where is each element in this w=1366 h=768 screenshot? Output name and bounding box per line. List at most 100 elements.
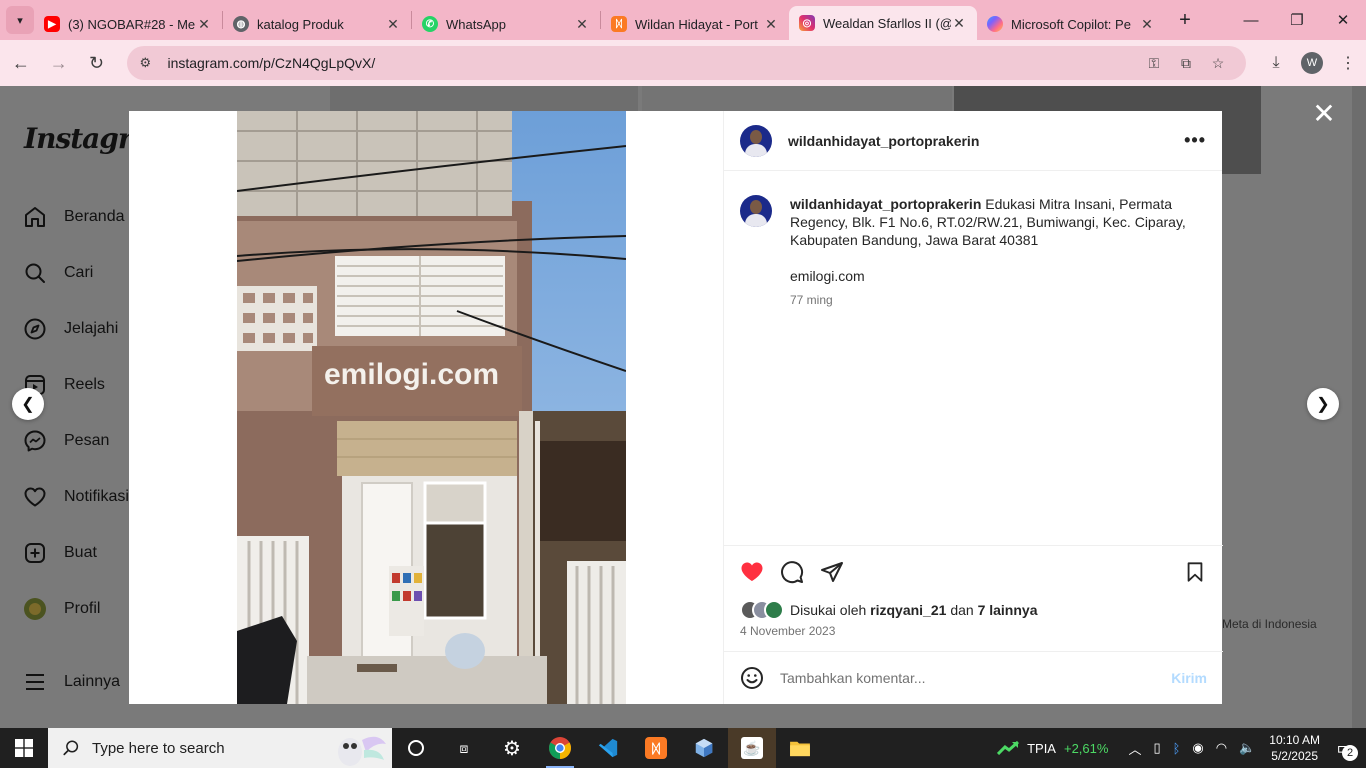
stock-widget[interactable]: TPIA +2,61% xyxy=(997,741,1108,756)
reload-button[interactable]: ↻ xyxy=(80,46,114,80)
author-username[interactable]: wildanhidayat_portoprakerin xyxy=(788,133,979,149)
wifi-icon[interactable]: ◠ xyxy=(1216,740,1227,756)
browser-tab[interactable]: ᛞ Wildan Hidayat - Port ✕ xyxy=(601,8,789,40)
heart-icon xyxy=(22,484,48,510)
browser-tab[interactable]: ▶ (3) NGOBAR#28 - Me ✕ xyxy=(34,8,222,40)
password-key-icon[interactable]: ⚿ xyxy=(1138,55,1170,72)
sidebar-item-messages[interactable]: Pesan xyxy=(22,428,109,454)
bookmark-star-icon[interactable]: ☆ xyxy=(1202,55,1234,72)
browser-tab[interactable]: Microsoft Copilot: Pe ✕ xyxy=(977,8,1165,40)
system-tray: TPIA +2,61% ︿ ▯ ᛒ ◉ ◠ 🔈 10:10 AM 5/2/202… xyxy=(997,728,1366,768)
share-button[interactable] xyxy=(820,560,844,584)
tab-close-icon[interactable]: ✕ xyxy=(196,16,212,33)
profile-avatar[interactable]: W xyxy=(1301,52,1323,74)
sidebar-item-explore[interactable]: Jelajahi xyxy=(22,316,118,342)
post-actions-area: Disukai oleh rizqyani_21 dan 7 lainnya 4… xyxy=(724,545,1223,638)
tab-close-icon[interactable]: ✕ xyxy=(1139,16,1155,33)
like-button[interactable] xyxy=(740,560,764,584)
restore-button[interactable]: ❐ xyxy=(1274,0,1320,40)
url-text[interactable]: instagram.com/p/CzN4QgLpQvX/ xyxy=(167,55,1138,71)
start-button[interactable] xyxy=(0,728,48,768)
sidebar-item-search[interactable]: Cari xyxy=(22,260,93,286)
caption-avatar[interactable] xyxy=(740,195,772,227)
stock-symbol: TPIA xyxy=(1027,740,1056,756)
post-sidebar: wildanhidayat_portoprakerin ••• wildanhi… xyxy=(723,111,1223,704)
chrome-app[interactable] xyxy=(536,728,584,768)
task-view-button[interactable] xyxy=(392,728,440,768)
author-avatar[interactable] xyxy=(740,124,772,157)
file-explorer-app[interactable] xyxy=(776,728,824,768)
comment-button[interactable] xyxy=(780,560,804,584)
post-date[interactable]: 4 November 2023 xyxy=(724,624,1223,638)
sidebar-item-label: Jelajahi xyxy=(64,320,119,337)
browser-tab[interactable]: ✆ WhatsApp ✕ xyxy=(412,8,600,40)
post-dialog: emilogi.com wildanhidayat_portoprakerin … xyxy=(129,111,1223,704)
previous-post-button[interactable]: ❮ xyxy=(12,388,44,420)
install-app-icon[interactable]: ⧉ xyxy=(1170,55,1202,72)
browser-tab[interactable]: ◍ katalog Produk ✕ xyxy=(223,8,411,40)
post-comment-button[interactable]: Kirim xyxy=(1171,670,1207,686)
virtualbox-app[interactable] xyxy=(680,728,728,768)
taskbar-clock[interactable]: 10:10 AM 5/2/2025 xyxy=(1269,732,1320,764)
footer-meta-link[interactable]: Meta di Indonesia xyxy=(1222,617,1317,631)
back-button[interactable]: ← xyxy=(4,46,38,80)
browser-tab-active[interactable]: ◎ Wealdan Sfarllos II (@ ✕ xyxy=(789,6,977,40)
tab-close-icon[interactable]: ✕ xyxy=(574,16,590,33)
task-view-button[interactable]: ⧈ xyxy=(440,728,488,768)
webcam-icon[interactable]: ◉ xyxy=(1192,740,1203,756)
sidebar-item-label: Reels xyxy=(64,376,105,393)
new-tab-button[interactable]: + xyxy=(1171,6,1199,34)
caption-age[interactable]: 77 ming xyxy=(790,291,1200,309)
liker-avatar[interactable] xyxy=(764,600,784,620)
more-options-icon[interactable]: ••• xyxy=(1184,130,1206,151)
bluetooth-icon[interactable]: ᛒ xyxy=(1173,741,1181,756)
notification-center-button[interactable]: ▭ 2 xyxy=(1330,733,1360,763)
browser-tab-bar: ▾ ▶ (3) NGOBAR#28 - Me ✕ ◍ katalog Produ… xyxy=(0,0,1366,40)
sidebar-item-home[interactable]: Beranda xyxy=(22,204,125,230)
tab-title: (3) NGOBAR#28 - Me xyxy=(68,16,196,32)
java-icon: ☕ xyxy=(741,737,763,759)
likes-others[interactable]: 7 lainnya xyxy=(978,602,1038,618)
sidebar-item-create[interactable]: Buat xyxy=(22,540,97,566)
sidebar-item-label: Notifikasi xyxy=(64,488,129,505)
xampp-icon: ᛞ xyxy=(611,16,627,32)
post-photo[interactable]: emilogi.com xyxy=(237,111,626,704)
settings-app[interactable]: ⚙ xyxy=(488,728,536,768)
likes-user[interactable]: rizqyani_21 xyxy=(870,602,946,618)
sidebar-item-more[interactable]: Lainnya xyxy=(22,669,120,695)
sidebar-item-label: Buat xyxy=(64,544,97,561)
volume-icon[interactable]: 🔈 xyxy=(1239,740,1255,756)
save-button[interactable] xyxy=(1183,560,1207,584)
kebab-menu-icon[interactable]: ⋮ xyxy=(1330,53,1366,73)
usb-drive-icon[interactable]: ▯ xyxy=(1153,740,1160,756)
java-app[interactable]: ☕ xyxy=(728,728,776,768)
sidebar-item-notifications[interactable]: Notifikasi xyxy=(22,484,129,510)
forward-button[interactable]: → xyxy=(42,46,76,80)
tab-search-button[interactable]: ▾ xyxy=(6,6,34,34)
emoji-icon[interactable] xyxy=(740,666,764,690)
tab-close-icon[interactable]: ✕ xyxy=(951,15,967,32)
caption-link[interactable]: emilogi.com xyxy=(790,267,1200,285)
comment-input[interactable] xyxy=(780,670,1172,686)
close-icon: ✕ xyxy=(1336,12,1350,29)
minimize-button[interactable]: — xyxy=(1228,0,1274,40)
next-post-button[interactable]: ❯ xyxy=(1307,388,1339,420)
tab-close-icon[interactable]: ✕ xyxy=(763,16,779,33)
sidebar-item-profile[interactable]: Profil xyxy=(22,596,100,622)
tab-close-icon[interactable]: ✕ xyxy=(385,16,401,33)
chevron-up-icon[interactable]: ︿ xyxy=(1128,739,1141,758)
address-bar[interactable]: ⚙ instagram.com/p/CzN4QgLpQvX/ ⚿ ⧉ ☆ xyxy=(127,46,1246,80)
taskbar-search[interactable]: Type here to search xyxy=(48,728,392,768)
caption-username[interactable]: wildanhidayat_portoprakerin xyxy=(790,196,981,212)
site-info-icon[interactable]: ⚙ xyxy=(139,55,159,71)
profile-avatar-icon xyxy=(22,596,48,622)
close-post-button[interactable]: ✕ xyxy=(1310,100,1338,128)
sidebar-item-label: Beranda xyxy=(64,208,125,225)
comment-icon xyxy=(781,561,804,584)
xampp-app[interactable]: ᛞ xyxy=(632,728,680,768)
close-window-button[interactable]: ✕ xyxy=(1320,0,1366,40)
page-scrollbar[interactable] xyxy=(1352,86,1366,728)
vscode-app[interactable] xyxy=(584,728,632,768)
download-icon[interactable]: ⤓ xyxy=(1258,54,1294,72)
chevron-down-icon: ▾ xyxy=(17,14,23,27)
